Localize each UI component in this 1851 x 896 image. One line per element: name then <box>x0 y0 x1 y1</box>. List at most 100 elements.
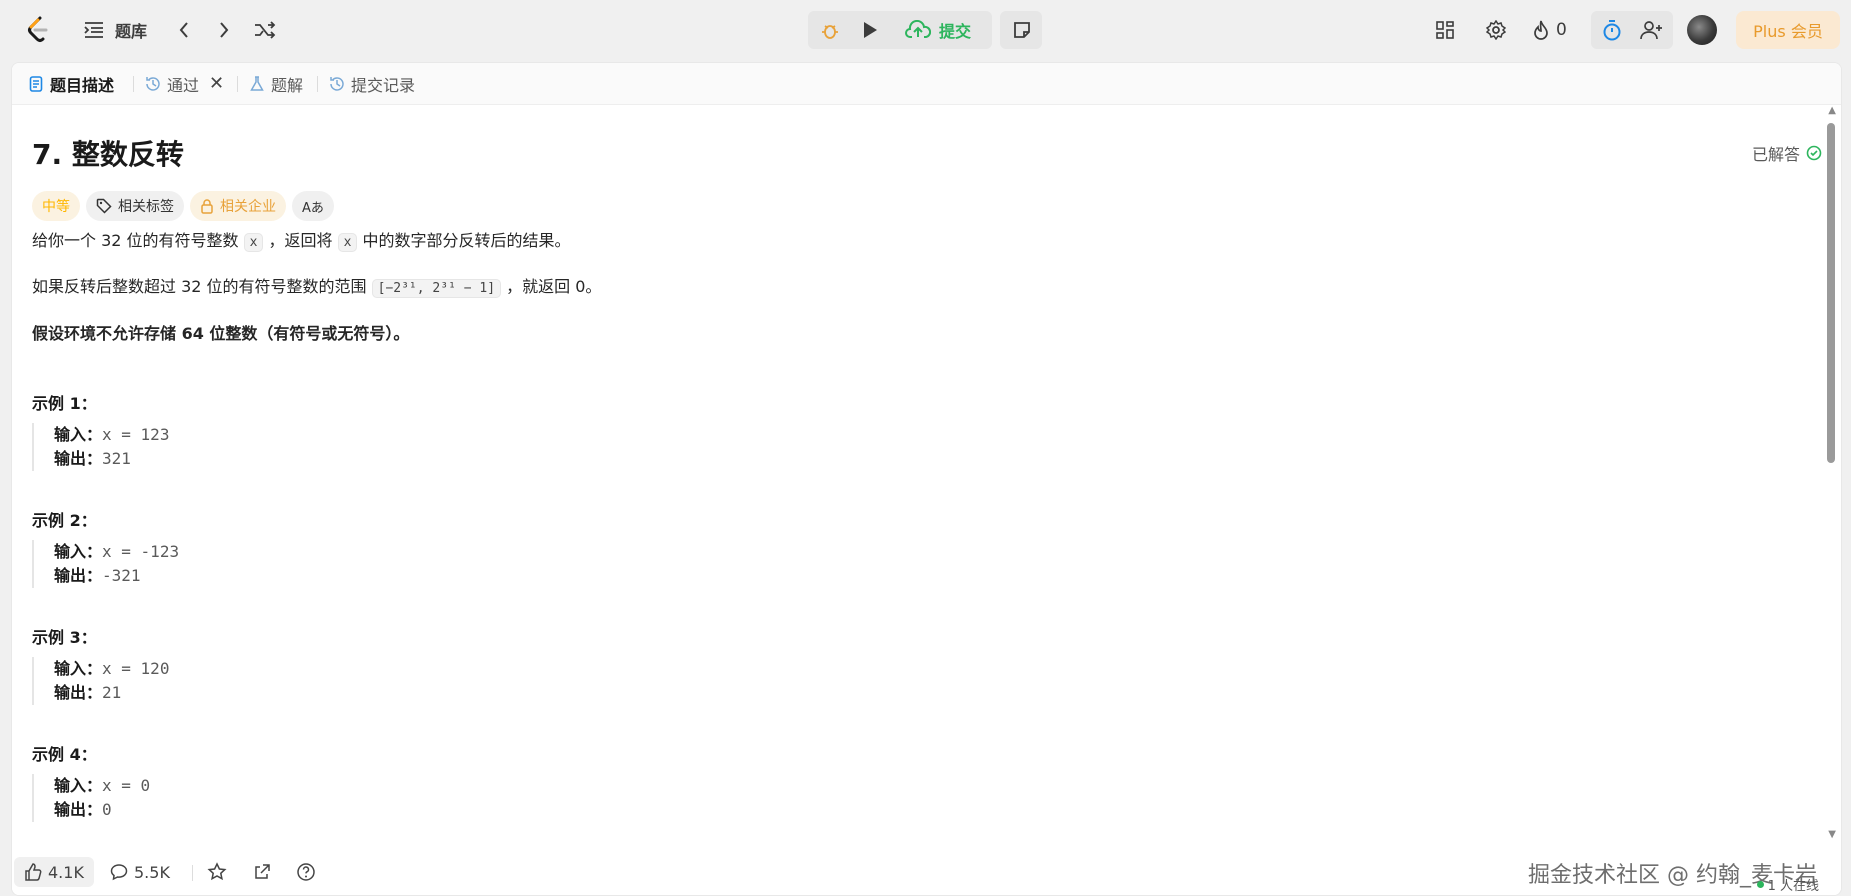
online-dot-icon <box>1756 881 1764 888</box>
output-value: 21 <box>102 683 122 702</box>
thumbs-up-icon <box>25 863 42 881</box>
debug-icon[interactable] <box>817 18 843 42</box>
comment-icon <box>110 864 128 881</box>
tab-divider <box>237 76 238 92</box>
leetcode-logo-icon[interactable] <box>24 14 52 46</box>
comments-button[interactable]: 5.5K <box>110 857 170 887</box>
share-external-icon[interactable] <box>252 857 272 887</box>
prev-problem-icon[interactable] <box>172 18 196 42</box>
add-friend-icon[interactable] <box>1637 16 1667 44</box>
input-label: 输入： <box>54 425 103 444</box>
scroll-down-arrow-icon[interactable]: ▼ <box>1828 829 1836 840</box>
tag-row: 中等 相关标签 相关企业 Aあ <box>32 191 334 221</box>
tab-description-label: 题目描述 <box>50 75 115 95</box>
close-tab-icon[interactable]: ✕ <box>209 73 224 94</box>
example-4-title: 示例 4： <box>32 745 97 764</box>
top-bar: 题库 提交 0 Plus 会员 <box>0 0 1851 60</box>
text-span: 给你一个 32 位的有符号整数 <box>32 231 244 250</box>
like-count: 4.1K <box>48 862 84 882</box>
example-1-title: 示例 1： <box>32 394 97 413</box>
problem-panel: 题目描述 通过 ✕ 题解 提交记录 7. 整数反转 已解答 中等 相关标签 相关… <box>11 62 1842 896</box>
difficulty-badge[interactable]: 中等 <box>32 191 80 221</box>
streak-counter[interactable]: 0 <box>1532 16 1567 44</box>
solved-status: 已解答 <box>1752 141 1822 165</box>
input-label: 输入： <box>54 776 103 795</box>
tab-accepted[interactable]: 通过 ✕ <box>145 63 224 104</box>
description-paragraph-2: 如果反转后整数超过 32 位的有符号整数的范围 [−2³¹, 2³¹ − 1] … <box>32 273 602 298</box>
tab-solutions[interactable]: 题解 <box>249 63 303 104</box>
text-span: ，返回将 <box>263 231 338 250</box>
streak-count: 0 <box>1556 20 1567 40</box>
plus-member-button[interactable]: Plus 会员 <box>1736 11 1840 49</box>
random-problem-icon[interactable] <box>253 18 277 42</box>
flask-icon <box>250 75 264 91</box>
output-label: 输出： <box>54 800 103 819</box>
text-span: 中的数字部分反转后的结果。 <box>357 231 571 250</box>
scrollbar[interactable]: ▲ ▼ <box>1827 105 1837 840</box>
layout-icon[interactable] <box>1433 18 1457 42</box>
like-button[interactable]: 4.1K <box>14 857 94 887</box>
example-2-block: 输入：x = -123 输出：-321 <box>32 540 179 588</box>
output-label: 输出： <box>54 683 103 702</box>
user-avatar[interactable] <box>1687 15 1717 45</box>
settings-gear-icon[interactable] <box>1484 18 1508 42</box>
output-value: 0 <box>102 800 112 819</box>
page-title: 7. 整数反转 <box>32 138 184 171</box>
inline-code: x <box>337 233 358 252</box>
example-1-block: 输入：x = 123 输出：321 <box>32 423 169 471</box>
input-value: x = -123 <box>102 542 180 561</box>
tab-submissions[interactable]: 提交记录 <box>329 63 415 104</box>
output-label: 输出： <box>54 566 103 585</box>
description-paragraph-1: 给你一个 32 位的有符号整数 x ，返回将 x 中的数字部分反转后的结果。 <box>32 227 571 252</box>
panel-tabs: 题目描述 通过 ✕ 题解 提交记录 <box>12 63 1841 105</box>
tab-divider <box>133 76 134 92</box>
next-problem-icon[interactable] <box>212 18 236 42</box>
tab-description[interactable]: 题目描述 <box>28 63 114 104</box>
input-label: 输入： <box>54 542 103 561</box>
problemset-link[interactable]: 题库 <box>115 18 147 42</box>
check-circle-icon <box>1806 145 1822 161</box>
example-3-title: 示例 3： <box>32 628 97 647</box>
favorite-star-icon[interactable] <box>207 857 227 887</box>
related-tags-label: 相关标签 <box>118 199 174 215</box>
history-icon <box>146 76 160 91</box>
submit-button[interactable]: 提交 <box>905 16 971 44</box>
input-value: x = 123 <box>102 425 170 444</box>
translate-button[interactable]: Aあ <box>292 191 334 221</box>
online-count-text: 1 人在线 <box>1767 879 1819 894</box>
input-label: 输入： <box>54 659 103 678</box>
history-icon <box>330 76 344 91</box>
submit-label: 提交 <box>939 22 972 41</box>
text-span: 如果反转后整数超过 32 位的有符号整数的范围 <box>32 277 372 296</box>
output-value: -321 <box>102 566 141 585</box>
text-span: ，就返回 0。 <box>501 277 602 296</box>
help-question-icon[interactable] <box>296 857 316 887</box>
example-2-title: 示例 2： <box>32 511 97 530</box>
scroll-up-arrow-icon[interactable]: ▲ <box>1828 105 1836 116</box>
related-tags-button[interactable]: 相关标签 <box>86 191 184 221</box>
notes-icon[interactable] <box>1010 18 1034 42</box>
run-icon[interactable] <box>858 18 882 42</box>
tab-accepted-label: 通过 <box>167 75 200 95</box>
translate-icon: Aあ <box>302 200 324 216</box>
flame-icon <box>1534 20 1548 40</box>
online-count: 1 人在线 <box>1756 875 1819 894</box>
bottom-action-bar: 4.1K 5.5K 掘金技术社区 @ 约翰_麦卡岩 1 人在线 <box>12 849 1841 895</box>
problem-list-icon[interactable] <box>82 18 106 42</box>
tab-solutions-label: 题解 <box>271 75 304 95</box>
related-companies-button[interactable]: 相关企业 <box>190 191 286 221</box>
tag-icon <box>96 198 112 214</box>
inline-code: x <box>243 233 264 252</box>
output-value: 321 <box>102 449 131 468</box>
example-4-block: 输入：x = 0 输出：0 <box>32 774 150 822</box>
tab-submissions-label: 提交记录 <box>351 75 416 95</box>
input-value: x = 0 <box>102 776 151 795</box>
inline-code-range: [−2³¹, 2³¹ − 1] <box>371 279 502 298</box>
example-3-block: 输入：x = 120 输出：21 <box>32 657 169 705</box>
tab-divider <box>317 76 318 92</box>
comment-count: 5.5K <box>134 862 170 882</box>
related-companies-label: 相关企业 <box>220 199 276 215</box>
scrollbar-thumb[interactable] <box>1827 123 1835 463</box>
timer-icon[interactable] <box>1597 16 1627 44</box>
description-paragraph-3: 假设环境不允许存储 64 位整数（有符号或无符号）。 <box>32 324 410 343</box>
